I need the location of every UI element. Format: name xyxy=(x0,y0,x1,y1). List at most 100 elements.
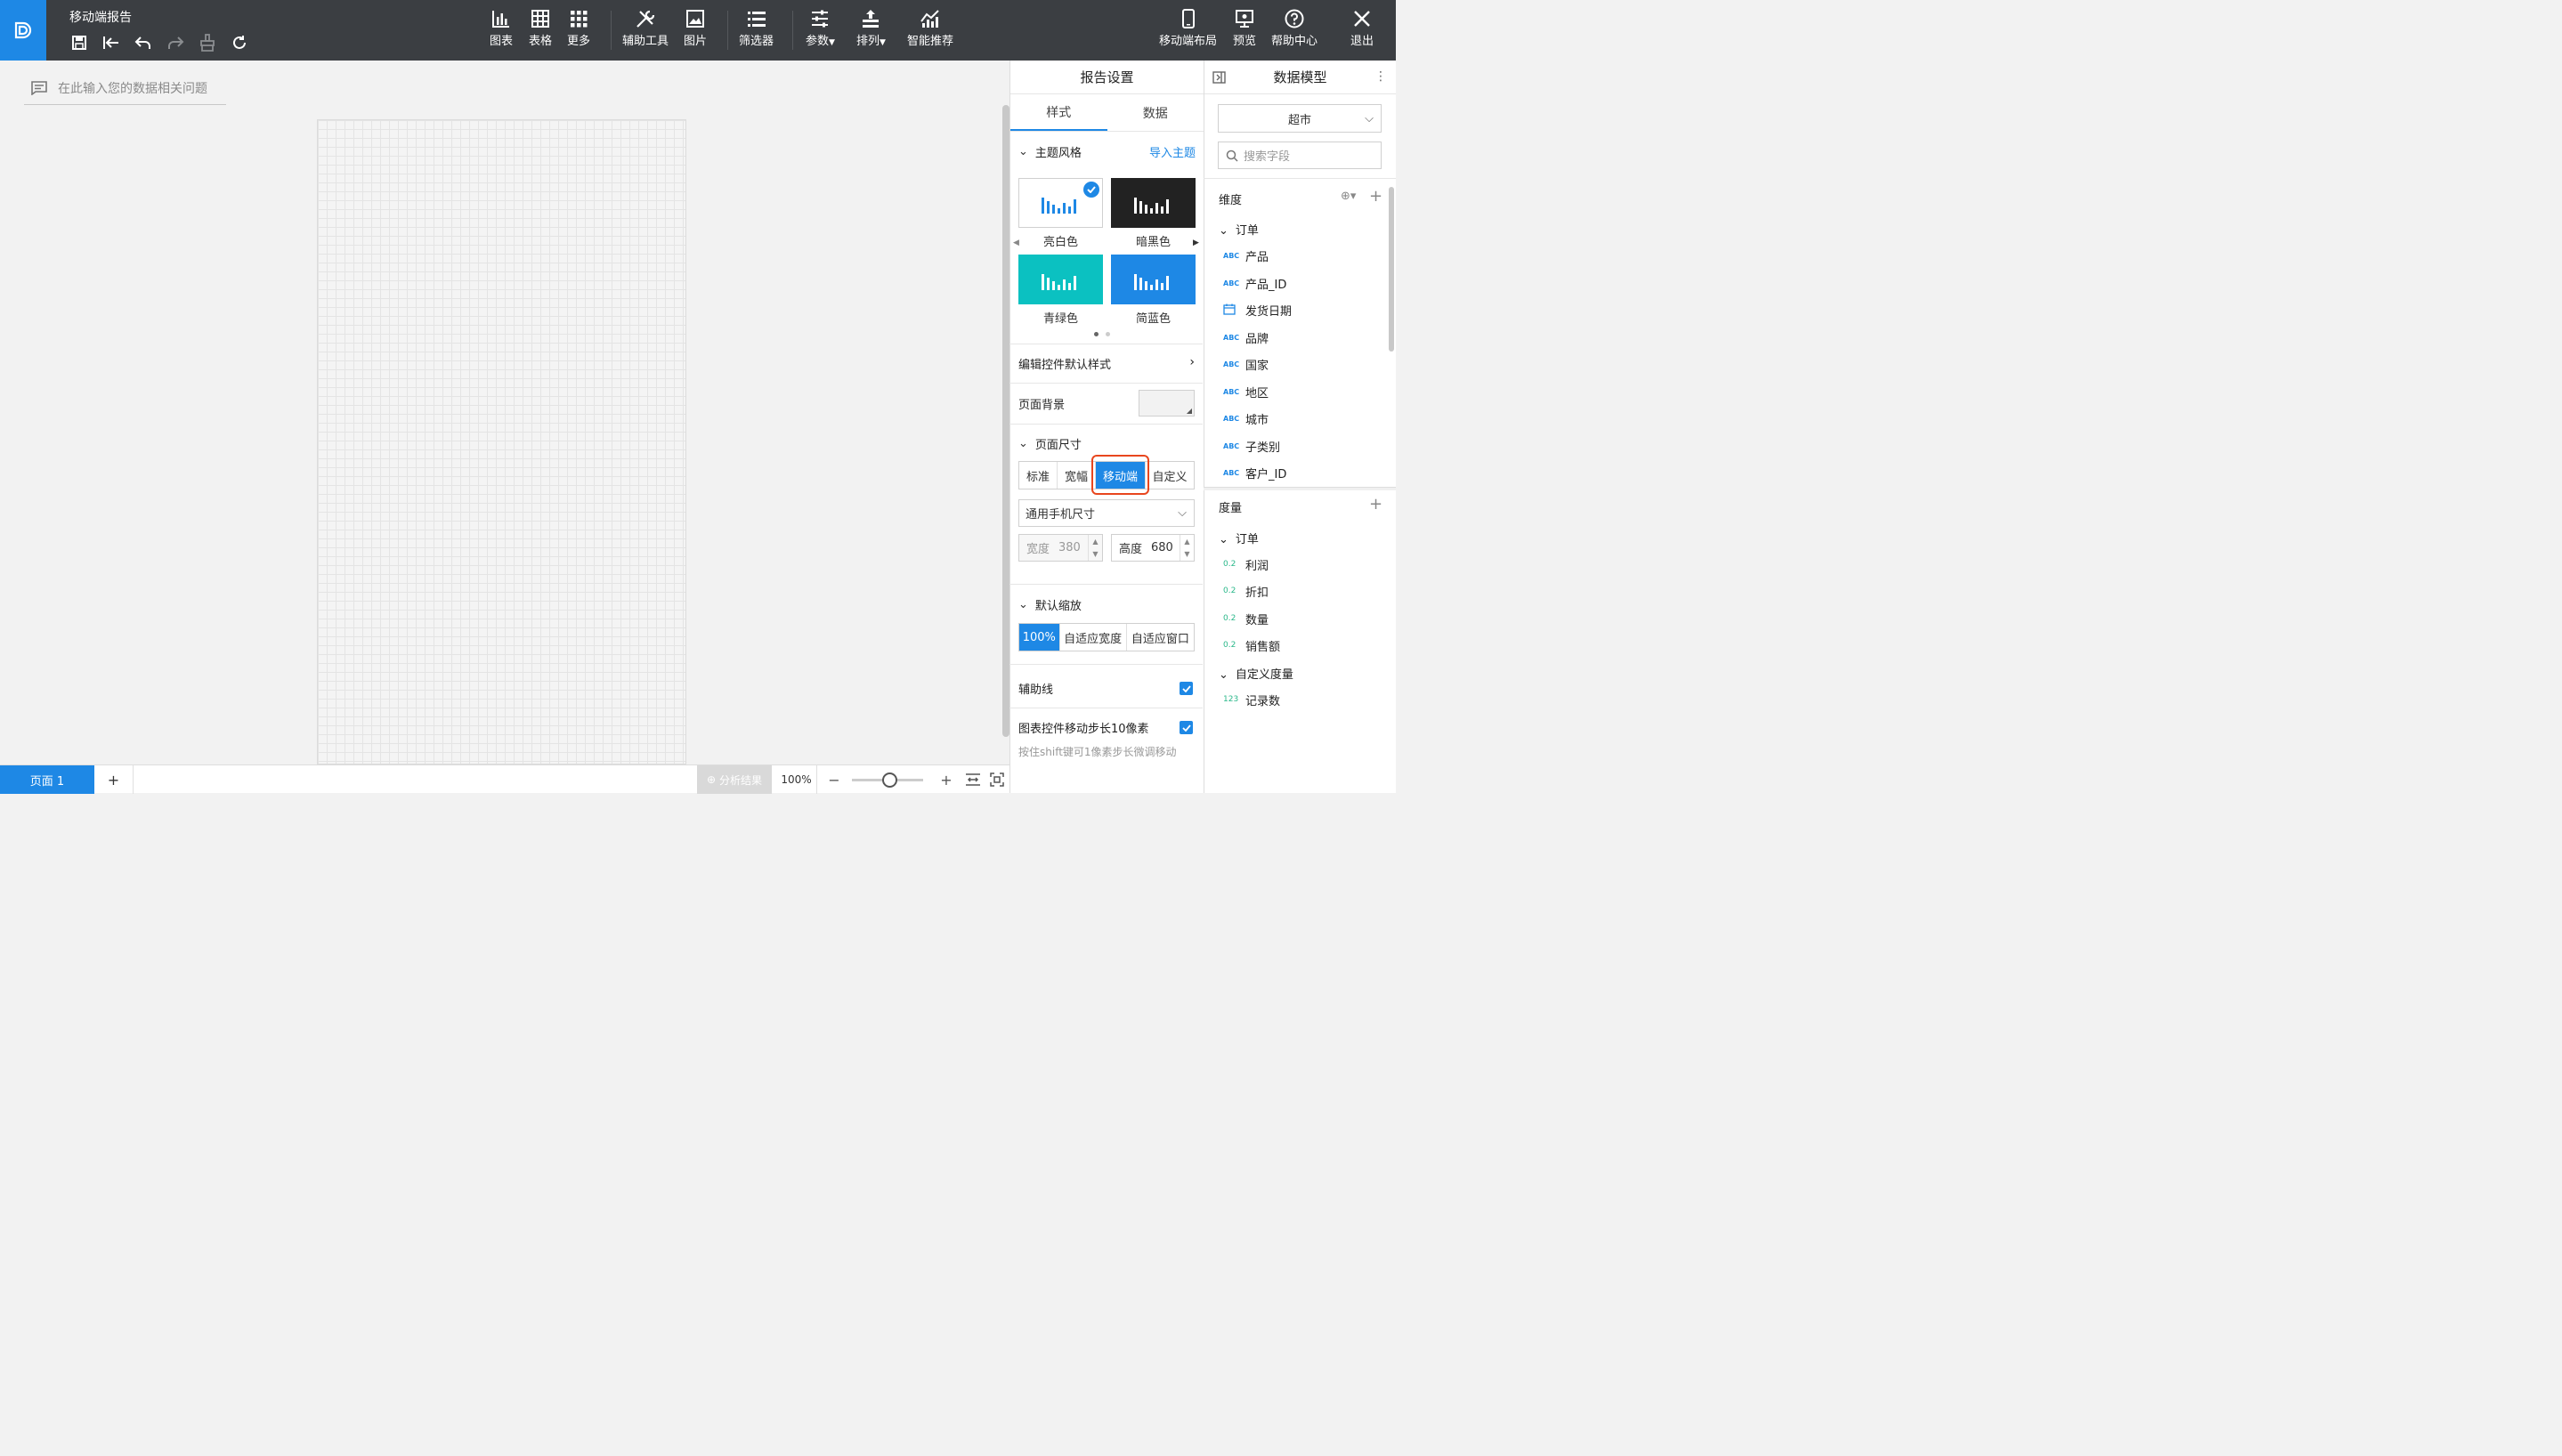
model-scrollbar[interactable] xyxy=(1389,187,1394,352)
theme-blue[interactable] xyxy=(1111,255,1196,304)
params-button[interactable]: 参数▼ xyxy=(806,9,835,48)
zoom-out-button[interactable]: − xyxy=(823,765,846,794)
chevron-down-icon: ⌄ xyxy=(1219,533,1228,546)
import-theme-link[interactable]: 导入主题 xyxy=(1149,143,1196,160)
theme-section-header[interactable]: ⌄ 主题风格 导入主题 xyxy=(1009,142,1203,160)
field-search-input[interactable]: 搜索字段 xyxy=(1218,142,1382,169)
question-input[interactable]: 在此输入您的数据相关问题 xyxy=(24,71,226,105)
size-standard-button[interactable]: 标准 xyxy=(1019,462,1058,489)
measures-label: 度量 xyxy=(1219,502,1243,515)
fit-window-icon[interactable] xyxy=(985,765,1009,794)
zoom-slider-handle[interactable] xyxy=(882,772,897,788)
device-size-select[interactable]: 通用手机尺寸 ⌵ xyxy=(1018,499,1195,527)
dimension-field[interactable]: ABC 国家 xyxy=(1223,355,1269,373)
measure-field[interactable]: 0.2 销售额 xyxy=(1223,636,1280,654)
measure-field[interactable]: 0.2 利润 xyxy=(1223,555,1269,573)
theme-light[interactable] xyxy=(1018,178,1103,228)
width-stepper[interactable]: ▲ ▼ xyxy=(1088,535,1102,561)
dimension-field[interactable]: ABC 客户_ID xyxy=(1223,464,1286,481)
theme-teal[interactable] xyxy=(1018,255,1103,304)
dataset-select[interactable]: 超市 ⌵ xyxy=(1218,104,1382,133)
aux-tools-button[interactable]: 辅助工具 xyxy=(622,9,669,48)
dimension-field[interactable]: ABC 城市 xyxy=(1223,409,1269,427)
page-tab[interactable]: 页面 1 xyxy=(0,765,94,794)
chevron-down-icon: ⌵ xyxy=(1365,111,1374,125)
bar-chart-icon xyxy=(492,11,509,28)
zoom-fit-window-button[interactable]: 自适应窗口 xyxy=(1127,624,1194,651)
theme-chart-icon xyxy=(1133,198,1169,214)
more-vertical-icon[interactable]: ⋮ xyxy=(1374,69,1387,84)
dimension-group-order[interactable]: ⌄ 订单 xyxy=(1219,221,1259,238)
dimension-field[interactable]: ABC 子类别 xyxy=(1223,437,1280,455)
filter-button[interactable]: 筛选器 xyxy=(739,9,774,48)
theme-label: 简蓝色 xyxy=(1135,312,1171,326)
smart-recommend-button[interactable]: 智能推荐 xyxy=(907,9,953,48)
arrange-button[interactable]: 排列▼ xyxy=(856,9,886,48)
table-button[interactable]: 表格 xyxy=(529,9,552,48)
fit-width-icon[interactable] xyxy=(961,765,985,794)
height-stepper[interactable]: ▲ ▼ xyxy=(1180,535,1194,561)
move-step-hint: 按住shift键可1像素步长微调移动 xyxy=(1018,746,1177,758)
mobile-layout-button[interactable]: 移动端布局 xyxy=(1159,9,1217,48)
zoom-in-button[interactable]: + xyxy=(935,765,958,794)
preview-button[interactable]: 预览 xyxy=(1233,9,1256,48)
app-logo[interactable] xyxy=(0,0,46,61)
report-title: 移动端报告 xyxy=(69,11,132,25)
carousel-prev-icon[interactable]: ◀ xyxy=(1013,239,1019,247)
measure-field[interactable]: 123 记录数 xyxy=(1223,691,1280,708)
page-bg-color-picker[interactable]: ◢ xyxy=(1139,390,1195,417)
canvas-scrollbar[interactable] xyxy=(1002,105,1009,737)
tab-style[interactable]: 样式 xyxy=(1010,94,1107,131)
add-dimension-icon[interactable]: + xyxy=(1369,187,1382,206)
add-page-button[interactable]: + xyxy=(94,765,134,794)
tab-data[interactable]: 数据 xyxy=(1107,94,1204,131)
back-icon[interactable] xyxy=(100,32,123,53)
width-input[interactable]: 宽度 380 ▲ ▼ xyxy=(1018,534,1103,562)
collapse-panel-icon[interactable] xyxy=(1212,71,1226,87)
panel-splitter[interactable] xyxy=(1204,487,1396,490)
zoom-fit-width-button[interactable]: 自适应宽度 xyxy=(1060,624,1127,651)
refresh-icon[interactable] xyxy=(228,32,251,53)
dimension-field[interactable]: ABC 产品 xyxy=(1223,247,1269,264)
measure-group-order[interactable]: ⌄ 订单 xyxy=(1219,530,1259,546)
help-center-button[interactable]: 帮助中心 xyxy=(1271,9,1317,48)
page-size-section-header[interactable]: ⌄ 页面尺寸 xyxy=(1009,434,1203,452)
caret-down-icon: ▼ xyxy=(829,38,835,47)
edit-default-style-row[interactable]: 编辑控件默认样式 › xyxy=(1018,355,1195,372)
move-step-checkbox[interactable] xyxy=(1180,721,1193,734)
size-custom-button[interactable]: 自定义 xyxy=(1146,462,1194,489)
dimension-field[interactable]: ABC 产品_ID xyxy=(1223,274,1286,292)
measure-field[interactable]: 0.2 折扣 xyxy=(1223,582,1269,600)
globe-icon[interactable]: ⊕▾ xyxy=(1341,190,1356,203)
custom-measure-group[interactable]: ⌄ 自定义度量 xyxy=(1219,665,1293,682)
redo-icon[interactable] xyxy=(164,32,187,53)
settings-tabs: 样式 数据 xyxy=(1010,94,1204,132)
report-page-canvas[interactable] xyxy=(317,119,686,764)
chevron-down-icon: ⌄ xyxy=(1219,224,1228,238)
more-button[interactable]: 更多 xyxy=(567,9,590,48)
dimension-field[interactable]: ABC 品牌 xyxy=(1223,328,1269,346)
save-icon[interactable] xyxy=(68,32,91,53)
theme-label: 暗黑色 xyxy=(1135,236,1171,249)
dimension-field[interactable]: ABC 地区 xyxy=(1223,383,1269,400)
measure-field[interactable]: 0.2 数量 xyxy=(1223,610,1269,627)
theme-dark[interactable] xyxy=(1111,178,1196,228)
dimension-field[interactable]: 发货日期 xyxy=(1223,301,1292,319)
chart-button[interactable]: 图表 xyxy=(490,9,513,48)
highlight-box xyxy=(1091,455,1149,495)
analysis-result-button[interactable]: ⊕ 分析结果 xyxy=(697,765,772,794)
phone-icon xyxy=(1181,9,1195,28)
exit-button[interactable]: 退出 xyxy=(1350,9,1374,48)
carousel-next-icon[interactable]: ▶ xyxy=(1193,239,1199,247)
zoom-section-header[interactable]: ⌄ 默认缩放 xyxy=(1009,595,1203,613)
image-button[interactable]: 图片 xyxy=(684,9,707,48)
undo-icon[interactable] xyxy=(132,32,155,53)
zoom-100-button[interactable]: 100% xyxy=(1019,624,1060,651)
guides-checkbox[interactable] xyxy=(1180,682,1193,695)
size-wide-button[interactable]: 宽幅 xyxy=(1058,462,1096,489)
height-input[interactable]: 高度 680 ▲ ▼ xyxy=(1111,534,1195,562)
image-icon xyxy=(686,10,704,28)
add-measure-icon[interactable]: + xyxy=(1369,495,1382,514)
carousel-dots[interactable] xyxy=(1094,332,1110,336)
format-brush-icon[interactable] xyxy=(196,32,219,53)
